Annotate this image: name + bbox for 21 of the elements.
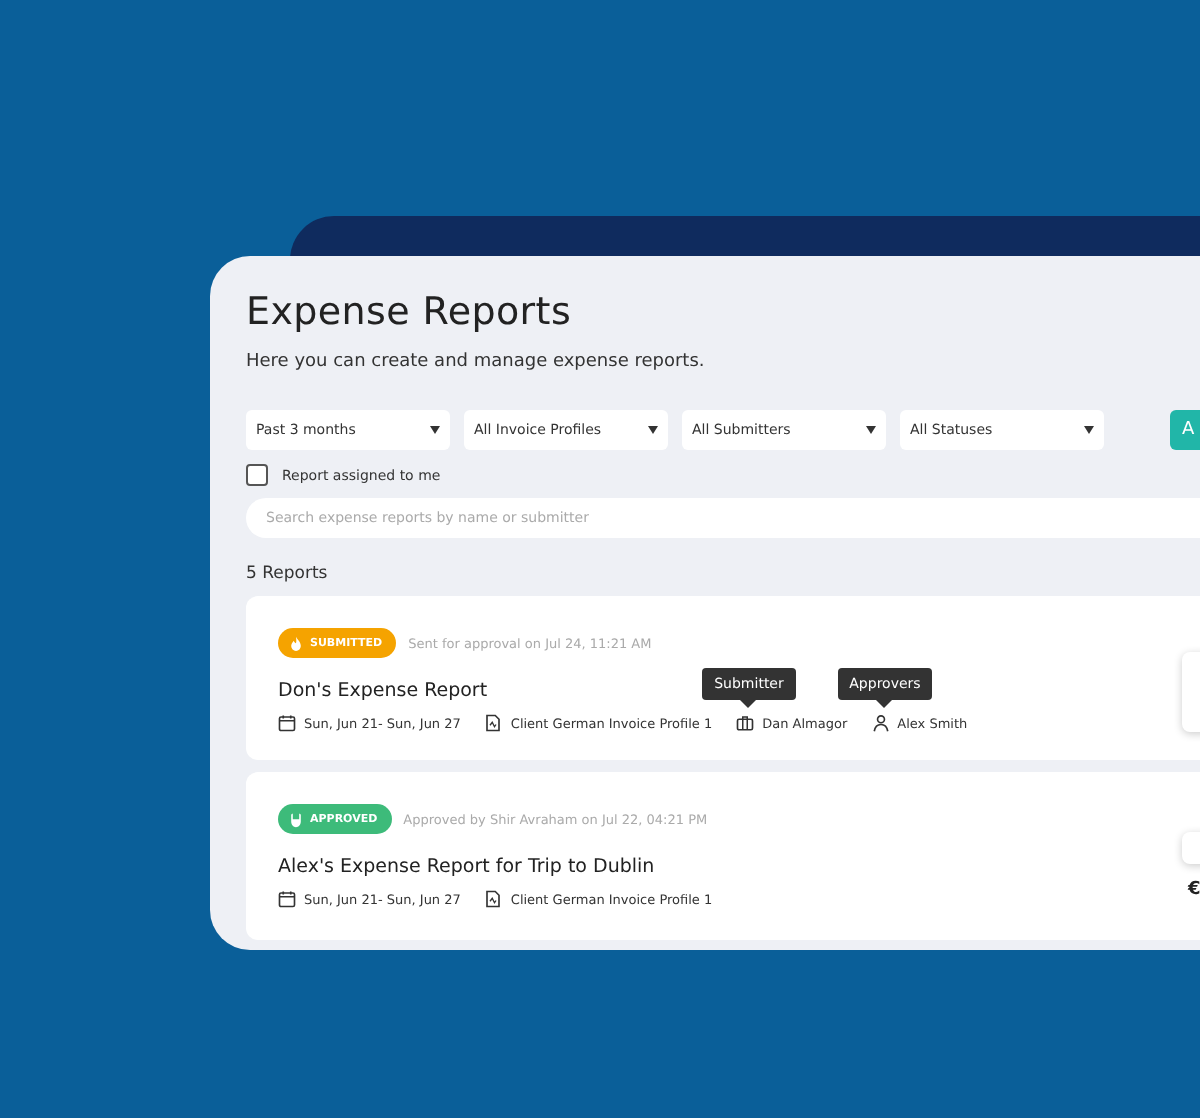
- document-icon: [484, 714, 503, 732]
- report-count: 5 Reports: [246, 564, 330, 584]
- calendar-icon: [278, 890, 296, 908]
- flame-icon: [288, 635, 304, 651]
- document-icon: [484, 890, 503, 908]
- briefcase-icon: [736, 714, 755, 732]
- hand-icon: [288, 811, 304, 827]
- caret-icon: [866, 426, 876, 434]
- report-title[interactable]: Don's Expense Report: [278, 680, 488, 702]
- caret-icon: [648, 426, 658, 434]
- report-title[interactable]: Alex's Expense Report for Trip to Dublin: [278, 856, 655, 878]
- pointer-icon: [740, 700, 757, 708]
- page-subtitle: Here you can create and manage expense reports.: [246, 352, 707, 372]
- checkbox[interactable]: [246, 464, 268, 486]
- person-icon: [871, 714, 890, 732]
- page-title: Expense Reports: [246, 290, 574, 334]
- caret-icon: [430, 426, 440, 434]
- caret-icon: [1084, 426, 1094, 434]
- pointer-icon: [876, 700, 893, 708]
- amount-text: €: [1188, 880, 1200, 900]
- calendar-icon: [278, 714, 296, 732]
